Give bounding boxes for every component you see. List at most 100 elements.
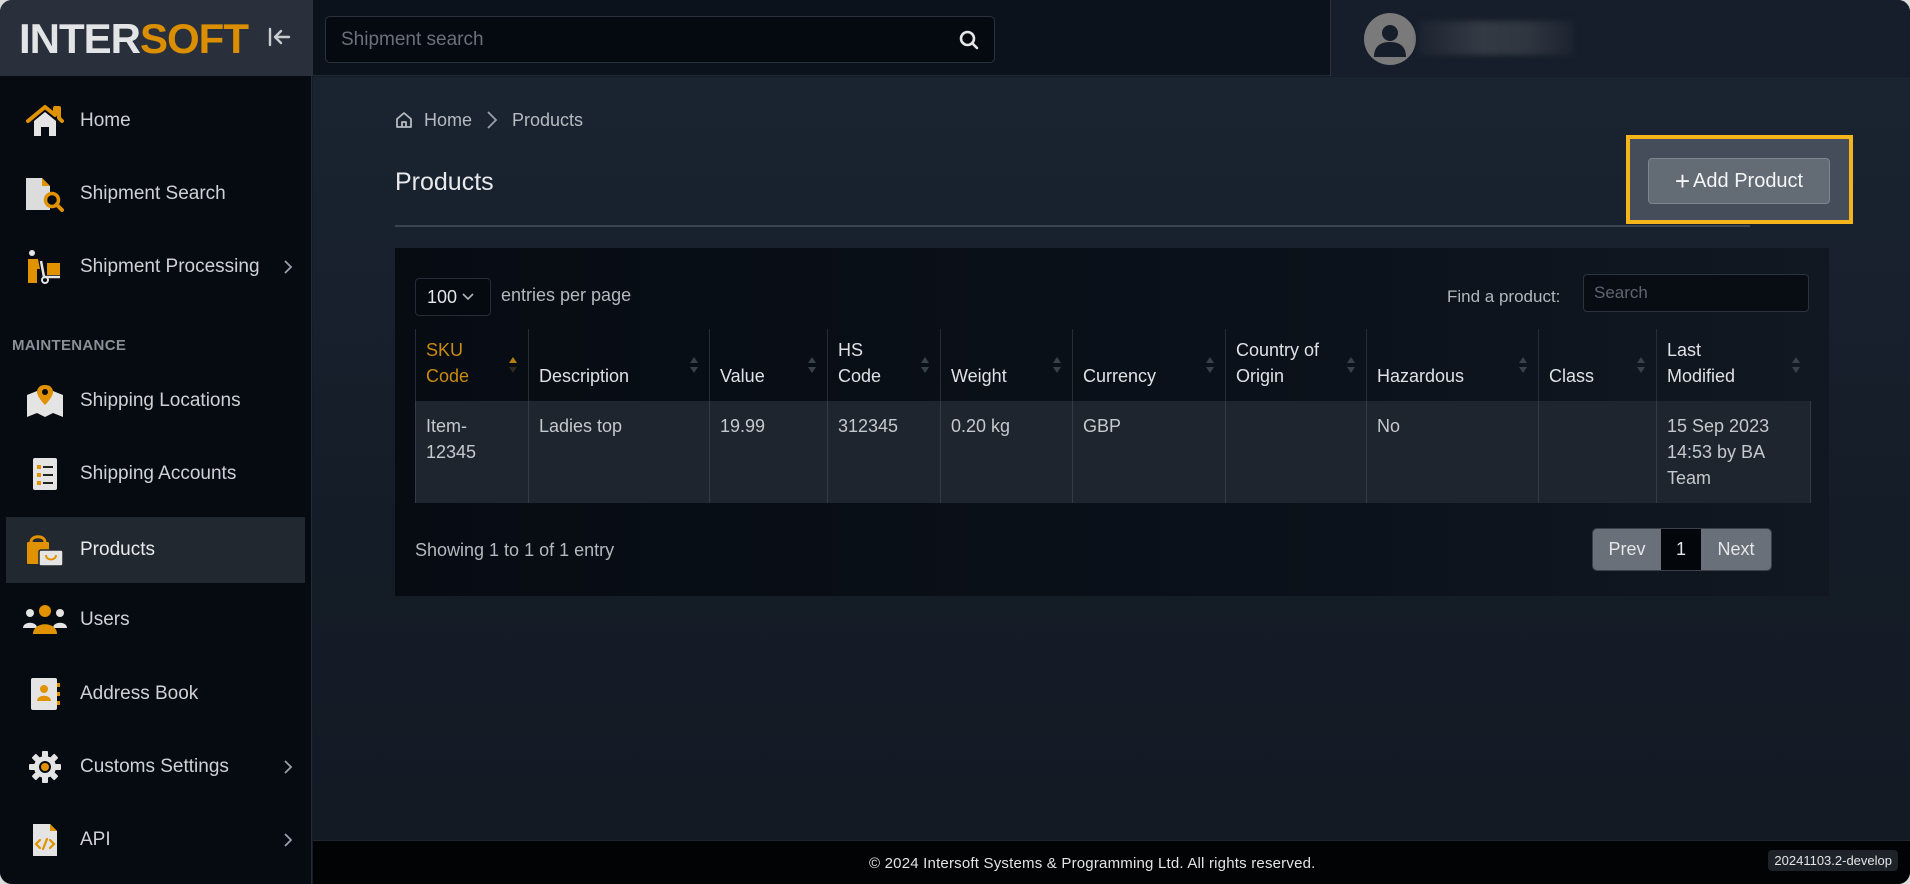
column-header-country-of-origin[interactable]: Country of Origin <box>1225 329 1367 401</box>
entries-per-page-select[interactable]: 100 <box>415 278 491 316</box>
column-header-last-modified[interactable]: Last Modified <box>1656 329 1811 401</box>
products-table: SKU Code Description Value HS Code Weigh… <box>415 329 1811 503</box>
sort-icon <box>1206 357 1214 373</box>
sidebar-item-label: Shipment Processing <box>80 256 260 277</box>
add-product-label: Add Product <box>1693 169 1804 192</box>
column-header-description[interactable]: Description <box>528 329 710 401</box>
products-table-card: 100 entries per page Find a product: SKU… <box>395 248 1829 596</box>
column-label: Country of Origin <box>1236 340 1320 386</box>
sort-ascending-icon <box>509 357 517 373</box>
column-header-weight[interactable]: Weight <box>940 329 1073 401</box>
sidebar-item-label: Shipment Search <box>80 183 226 204</box>
entries-per-page-label: entries per page <box>501 285 632 305</box>
search-icon <box>959 30 979 49</box>
sidebar-item-label: Shipping Locations <box>80 390 241 411</box>
brand-bar: INTERSOFT <box>0 0 312 76</box>
username-redacted <box>1419 21 1573 55</box>
table-row[interactable]: Item-12345 Ladies top 19.99 312345 0.20 … <box>415 401 1811 503</box>
main-content: Home Products Products + Add Product 100… <box>313 77 1910 840</box>
shipment-search-input[interactable] <box>326 28 944 51</box>
version-badge: 20241103.2-develop <box>1768 850 1898 871</box>
chevron-right-icon <box>487 111 498 129</box>
collapse-sidebar-button[interactable] <box>266 24 292 50</box>
cell-country-of-origin <box>1225 401 1367 503</box>
sidebar-item-label: Shipping Accounts <box>80 463 237 484</box>
copyright-text: © 2024 Intersoft Systems & Programming L… <box>869 855 1316 872</box>
sort-icon <box>1519 357 1527 373</box>
column-header-value[interactable]: Value <box>709 329 828 401</box>
sort-icon <box>690 357 698 373</box>
plus-icon: + <box>1674 166 1691 196</box>
users-icon <box>22 597 68 643</box>
breadcrumb-home-link[interactable]: Home <box>424 110 472 131</box>
column-header-hazardous[interactable]: Hazardous <box>1366 329 1539 401</box>
sidebar-item-shipping-accounts[interactable]: Shipping Accounts <box>6 441 305 507</box>
sidebar-item-label: Users <box>80 609 130 630</box>
prev-page-button[interactable]: Prev <box>1593 529 1661 570</box>
document-search-icon <box>22 171 68 217</box>
sidebar-item-products[interactable]: Products <box>6 517 305 583</box>
sort-icon <box>808 357 816 373</box>
cell-description: Ladies top <box>528 401 710 503</box>
sidebar-item-shipment-processing[interactable]: Shipment Processing <box>6 234 305 300</box>
sidebar-item-home[interactable]: Home <box>6 88 305 154</box>
sidebar-item-label: Products <box>80 539 155 560</box>
sidebar-item-customs-settings[interactable]: Customs Settings <box>6 734 305 800</box>
shipment-search-box <box>325 16 995 63</box>
breadcrumb: Home Products <box>395 109 583 131</box>
sidebar-item-label: Customs Settings <box>80 756 229 777</box>
cell-class <box>1538 401 1657 503</box>
cell-value: 19.99 <box>709 401 828 503</box>
column-label: Currency <box>1083 366 1157 386</box>
gear-icon <box>22 744 68 790</box>
find-product-label: Find a product: <box>1447 287 1561 306</box>
cell-last-modified: 15 Sep 2023 14:53 by BA Team <box>1656 401 1811 503</box>
column-header-class[interactable]: Class <box>1538 329 1657 401</box>
address-book-icon <box>22 671 68 717</box>
cell-sku-code: Item-12345 <box>415 401 529 503</box>
footer: © 2024 Intersoft Systems & Programming L… <box>313 840 1910 884</box>
add-product-button[interactable]: + Add Product <box>1648 158 1830 204</box>
sidebar-item-users[interactable]: Users <box>6 587 305 653</box>
column-header-sku-code[interactable]: SKU Code <box>415 329 529 401</box>
sidebar-item-shipment-search[interactable]: Shipment Search <box>6 161 305 227</box>
cell-weight: 0.20 kg <box>940 401 1073 503</box>
column-label: Class <box>1549 366 1595 386</box>
column-label: Weight <box>951 366 1007 386</box>
column-label: HS Code <box>838 340 882 386</box>
shopping-bags-icon <box>22 527 68 573</box>
collapse-left-icon <box>268 27 291 47</box>
title-divider <box>395 225 1750 227</box>
intersoft-logo[interactable]: INTERSOFT <box>19 18 249 60</box>
user-menu[interactable] <box>1330 0 1910 76</box>
sidebar-item-address-book[interactable]: Address Book <box>6 661 305 727</box>
next-page-button[interactable]: Next <box>1701 529 1771 570</box>
breadcrumb-current: Products <box>512 109 584 130</box>
sort-icon <box>1347 357 1355 373</box>
column-label: Description <box>539 366 630 386</box>
shipment-search-button[interactable] <box>944 17 994 62</box>
cell-currency: GBP <box>1072 401 1226 503</box>
sidebar-item-shipping-locations[interactable]: Shipping Locations <box>6 368 305 434</box>
section-label-maintenance: MAINTENANCE <box>12 337 127 354</box>
sidebar-item-label: Address Book <box>80 683 199 704</box>
sidebar: Home Shipment Search Shipment Processing… <box>0 76 312 884</box>
app-window: INTERSOFT Home Sh <box>0 0 1910 884</box>
column-label: Value <box>720 366 765 386</box>
column-header-hs-code[interactable]: HS Code <box>827 329 941 401</box>
cell-hs-code: 312345 <box>827 401 941 503</box>
sort-icon <box>1637 357 1645 373</box>
find-product-input[interactable] <box>1583 274 1809 312</box>
page-title: Products <box>395 168 494 196</box>
user-avatar-icon[interactable] <box>1364 13 1416 65</box>
list-icon <box>22 451 68 497</box>
sidebar-item-label: API <box>80 829 111 850</box>
column-label: SKU Code <box>426 340 470 386</box>
home-outline-icon <box>396 112 412 128</box>
sidebar-item-api[interactable]: API <box>6 807 305 873</box>
column-header-currency[interactable]: Currency <box>1072 329 1226 401</box>
chevron-right-icon <box>284 760 293 774</box>
chevron-down-icon <box>462 293 474 301</box>
cell-hazardous: No <box>1366 401 1539 503</box>
page-1-button[interactable]: 1 <box>1661 529 1701 570</box>
